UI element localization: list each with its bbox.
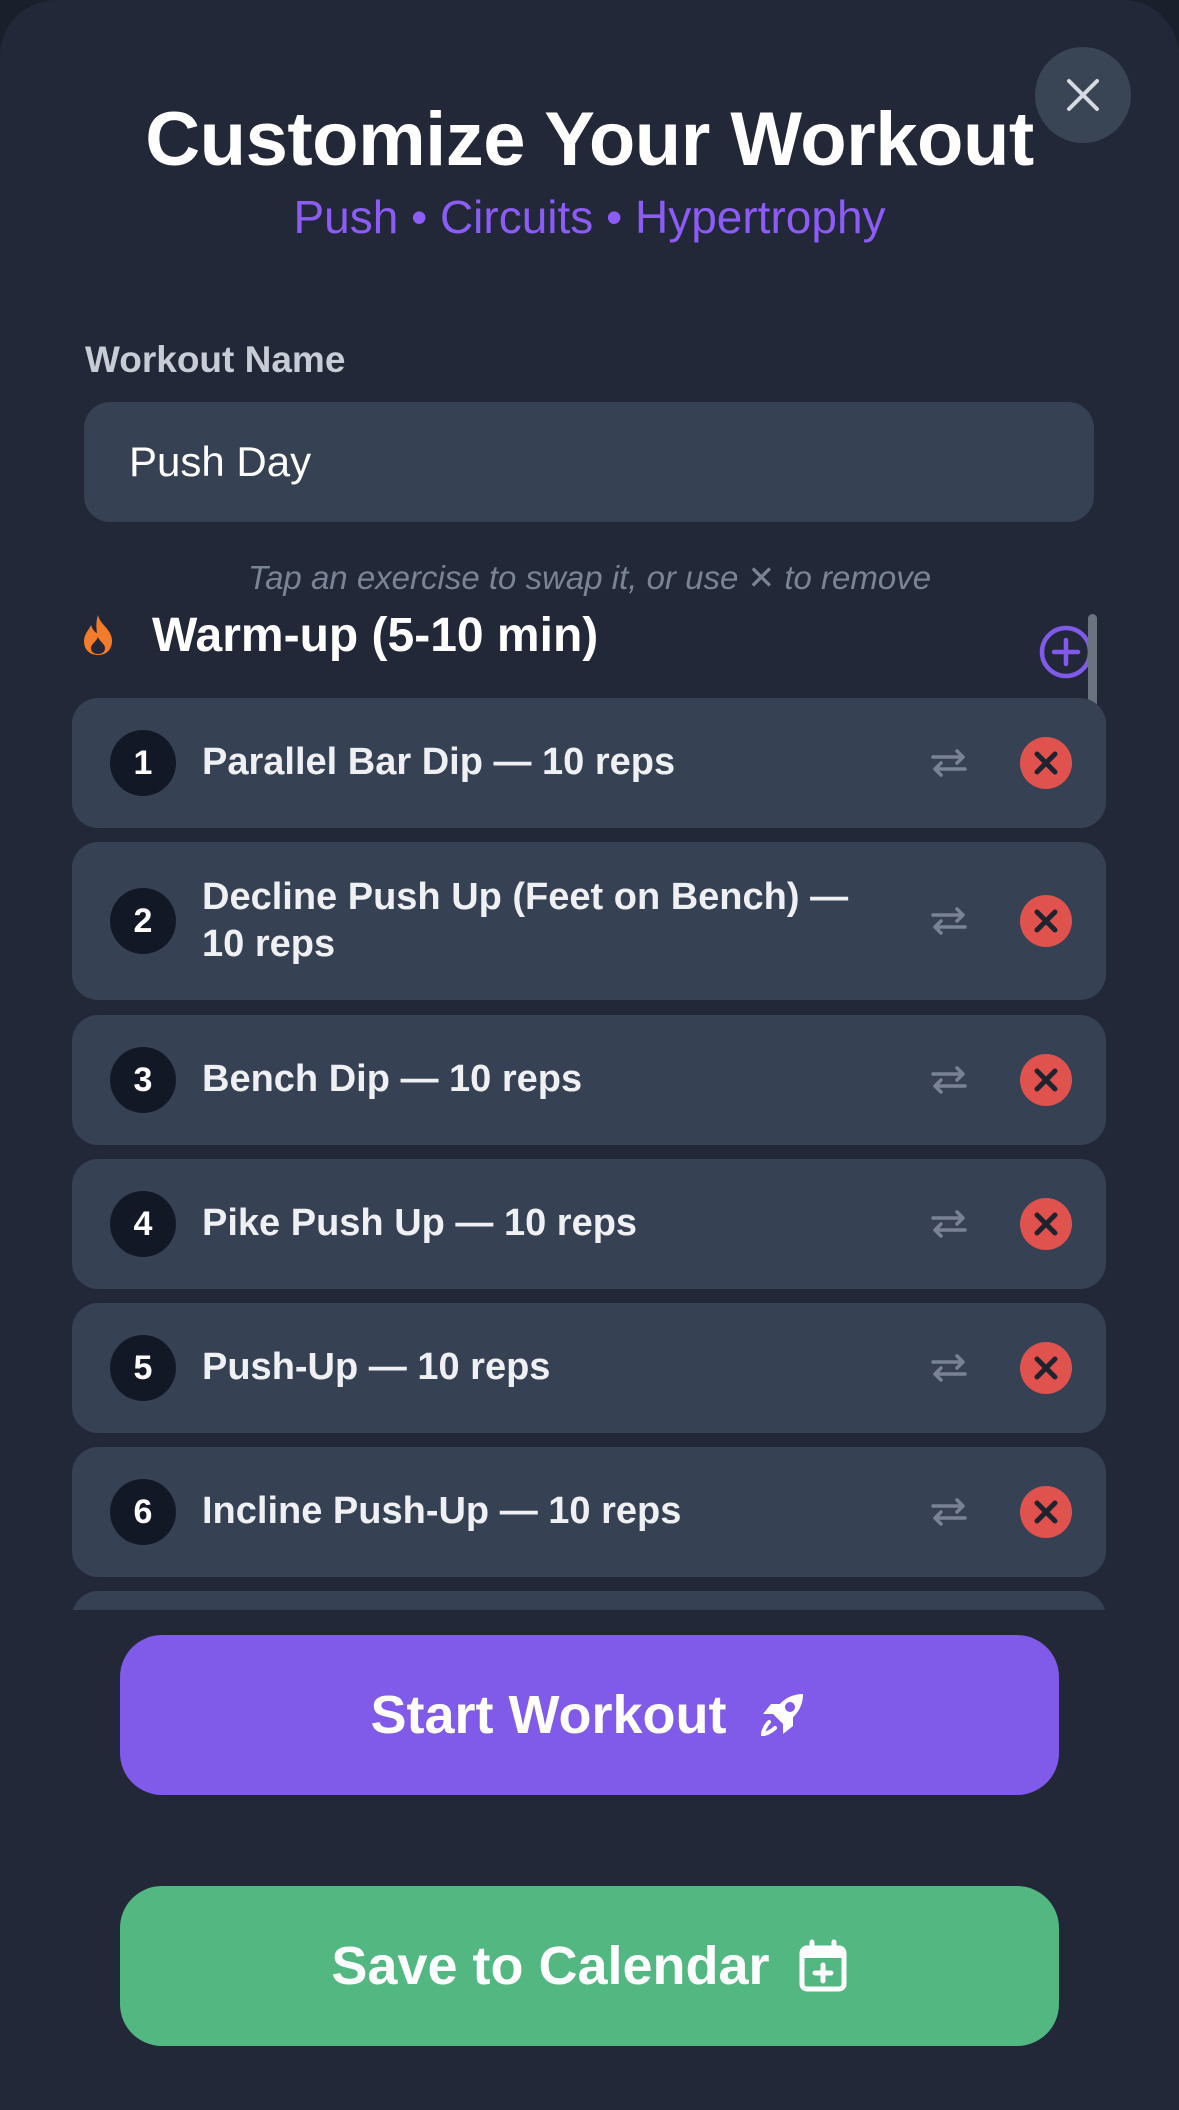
exercise-label: Pike Push Up — 10 reps <box>202 1202 638 1244</box>
exercise-label: Push-Up — 10 reps <box>202 1346 551 1388</box>
swap-icon[interactable] <box>927 899 971 943</box>
exercise-row[interactable]: 4 Pike Push Up — 10 reps <box>72 1159 1106 1289</box>
exercise-row[interactable]: 6 Incline Push-Up — 10 reps <box>72 1447 1106 1577</box>
exercise-row[interactable]: 5 Push-Up — 10 reps <box>72 1303 1106 1433</box>
plus-circle-icon <box>1039 625 1093 679</box>
section-header: Warm-up (5-10 min) <box>80 605 598 665</box>
remove-icon[interactable] <box>1019 1197 1073 1251</box>
remove-icon[interactable] <box>1019 1485 1073 1539</box>
exercise-label: Decline Push Up (Feet on Bench) — 10 rep… <box>202 876 849 965</box>
start-workout-label: Start Workout <box>370 1685 727 1745</box>
remove-icon[interactable] <box>1019 1053 1073 1107</box>
exercise-list: 1 Parallel Bar Dip — 10 reps 2 Decline P… <box>0 690 1179 1610</box>
save-to-calendar-button[interactable]: Save to Calendar <box>120 1886 1059 2046</box>
exercise-row[interactable]: 1 Parallel Bar Dip — 10 reps <box>72 698 1106 828</box>
swap-icon[interactable] <box>927 1058 971 1102</box>
fire-icon <box>84 615 112 655</box>
calendar-plus-icon <box>798 1939 848 1993</box>
hint-text: Tap an exercise to swap it, or use ✕ to … <box>247 559 932 596</box>
exercise-number: 3 <box>110 1047 176 1113</box>
swap-icon[interactable] <box>927 1490 971 1534</box>
exercise-number: 1 <box>110 730 176 796</box>
workout-name-input[interactable] <box>84 402 1094 522</box>
save-to-calendar-label: Save to Calendar <box>331 1936 770 1996</box>
exercise-number: 5 <box>110 1335 176 1401</box>
rocket-icon <box>755 1688 809 1742</box>
swap-icon[interactable] <box>927 741 971 785</box>
exercise-number: 4 <box>110 1191 176 1257</box>
workout-name-label: Workout Name <box>85 339 346 380</box>
workout-customize-sheet: Customize Your Workout Push • Circuits •… <box>0 0 1179 2110</box>
page-subtitle: Push • Circuits • Hypertrophy <box>293 191 886 243</box>
page-title: Customize Your Workout <box>145 97 1034 182</box>
exercise-row[interactable]: 3 Bench Dip — 10 reps <box>72 1015 1106 1145</box>
swap-icon[interactable] <box>927 1346 971 1390</box>
exercise-row-partial[interactable] <box>72 1591 1106 1610</box>
exercise-label: Bench Dip — 10 reps <box>202 1058 583 1100</box>
section-title: Warm-up (5-10 min) <box>152 608 599 662</box>
exercise-number: 2 <box>110 888 176 954</box>
exercise-row[interactable]: 2 Decline Push Up (Feet on Bench) — 10 r… <box>72 842 1106 1000</box>
start-workout-button[interactable]: Start Workout <box>120 1635 1059 1795</box>
exercise-label: Parallel Bar Dip — 10 reps <box>202 741 676 783</box>
exercise-number: 6 <box>110 1479 176 1545</box>
remove-icon[interactable] <box>1019 1341 1073 1395</box>
remove-icon[interactable] <box>1019 894 1073 948</box>
swap-icon[interactable] <box>927 1202 971 1246</box>
exercise-label: Incline Push-Up — 10 reps <box>202 1490 682 1532</box>
add-exercise-button[interactable] <box>1038 624 1094 680</box>
remove-icon[interactable] <box>1019 736 1073 790</box>
